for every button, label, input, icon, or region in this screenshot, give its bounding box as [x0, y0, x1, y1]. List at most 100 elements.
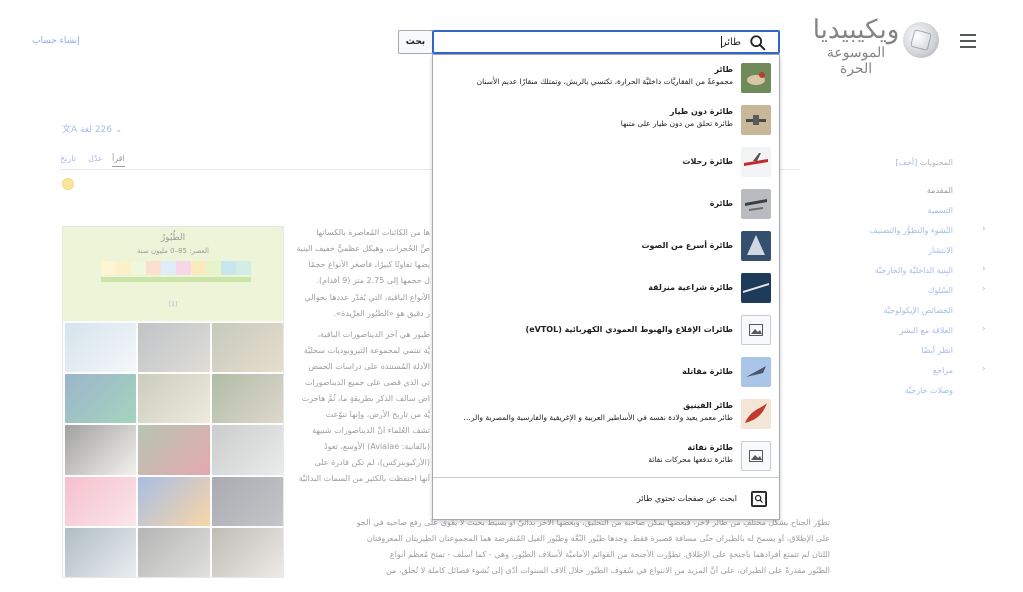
gallery-image[interactable] — [138, 476, 210, 526]
search-suggestion[interactable]: طائر مجموعةٌ من الفقاريَّات داخليَّة الحر… — [433, 57, 779, 103]
gallery-image[interactable] — [211, 323, 283, 373]
article-text-line: يَّة تنتمي لمجموعة الثيروبوديات سحليَّة — [303, 346, 430, 355]
search-suggestion[interactable]: طائرة نفاثة طائرة تدفعها محركات نفاثة — [433, 435, 779, 481]
chevron-left-icon[interactable]: ‹ — [982, 264, 986, 274]
gallery-image[interactable] — [211, 425, 283, 475]
language-button[interactable]: ⌄ 226 لغة 文A — [62, 122, 122, 135]
toc-item[interactable]: وصلات خارجيَّة — [905, 386, 953, 395]
gallery-image[interactable] — [138, 374, 210, 424]
phoenix-thumb — [741, 399, 771, 429]
toc-item[interactable]: التسمية — [927, 206, 953, 215]
featured-article-star-icon — [62, 178, 74, 190]
toc-item[interactable]: البِنية الداخليَّة والخارجيَّة — [875, 266, 953, 275]
search-button[interactable]: بحث — [398, 30, 433, 54]
article-text-line: يَّة من تاريخ الأرض، وإنها تنوّعت — [325, 410, 430, 419]
suggestion-title: طائرة نفاثة — [687, 443, 733, 452]
infobox-era: العصر: 85–0 مليون سنة — [137, 247, 209, 255]
image-placeholder-icon — [741, 441, 771, 471]
fulltext-search-option[interactable]: ابحث عن صفحات تحتوي طائر — [433, 478, 779, 520]
toc-heading: المحتويات [أخف] — [896, 158, 953, 167]
chevron-left-icon[interactable]: ‹ — [982, 284, 986, 294]
wordmark-title: ويكيبيديا — [812, 15, 900, 45]
gallery-image[interactable] — [211, 374, 283, 424]
gallery-image[interactable] — [65, 425, 137, 475]
suggestion-title: طائرة — [709, 199, 733, 208]
gallery-image[interactable] — [138, 323, 210, 373]
gallery-image[interactable] — [65, 476, 137, 526]
tab-history[interactable]: تاريخ — [60, 154, 76, 163]
gallery-image[interactable] — [211, 476, 283, 526]
create-account-link[interactable]: إنشاء حساب — [32, 36, 80, 46]
toc-item[interactable]: الخصائص الإيكولوجيَّة — [883, 306, 953, 315]
chevron-left-icon[interactable]: ‹ — [982, 364, 986, 374]
infobox-citation-link[interactable]: [1] — [63, 301, 283, 308]
fulltext-search-label: ابحث عن صفحات تحتوي طائر — [636, 494, 737, 503]
gallery-image[interactable] — [65, 527, 137, 577]
wikipedia-globe-logo[interactable] — [903, 22, 939, 58]
main-menu-icon[interactable] — [960, 34, 976, 48]
gallery-image[interactable] — [138, 527, 210, 577]
search-suggestion[interactable]: طائرة شراعية منزلقة — [433, 267, 779, 313]
search-suggestions: طائر مجموعةٌ من الفقاريَّات داخليَّة الحر… — [432, 54, 780, 520]
toc-item[interactable]: المقدمة — [927, 186, 953, 195]
image-placeholder-icon — [741, 315, 771, 345]
infobox-title: الطُيُورُ — [160, 233, 186, 243]
suggestion-title: طائرة أسرع من الصوت — [641, 241, 733, 250]
search-query: طائر — [721, 37, 741, 48]
article-text-line: الأدلَّة المُستندة على دراسات الحمض — [308, 362, 430, 371]
gallery-image[interactable] — [65, 374, 137, 424]
airliner-thumb — [741, 147, 771, 177]
toc-item[interactable]: مراجع — [933, 366, 953, 375]
geologic-timeline — [101, 261, 251, 275]
bird-gallery — [65, 323, 283, 577]
suggestion-description: طائرة تدفعها محركات نفاثة — [648, 455, 733, 464]
article-text-line: ر دقيق هو «الطُيُور الغرِّيدة». — [333, 309, 430, 318]
timeline-range-bar — [101, 277, 251, 282]
article-text-line: على الإطلاق، أو يسمح له بالطيران حتّى مس… — [366, 534, 830, 543]
article-text-line: (الأركيوبتركس)، لم تكن قادرة على — [314, 458, 430, 467]
chevron-left-icon[interactable]: ‹ — [982, 224, 986, 234]
suggestion-title: طائرة مقاتلة — [682, 367, 733, 376]
infobox: الطُيُورُ العصر: 85–0 مليون سنة [1] — [62, 226, 284, 578]
search-suggestion[interactable]: طائرات الإقلاع والهبوط العمودي الكهربائي… — [433, 309, 779, 355]
toc-item[interactable]: النُشوء والتطوُّر والتصنيف — [869, 226, 953, 235]
article-text-line: اللتان لم تتمتع أفرادهما بأجنحةٍ على الإ… — [389, 550, 830, 559]
suggestion-description: مجموعةٌ من الفقاريَّات داخليَّة الحرارة،… — [476, 77, 733, 86]
gallery-image[interactable] — [211, 527, 283, 577]
toc-item[interactable]: الانتشار — [928, 246, 953, 255]
search-suggestion[interactable]: طائر الفينيق طائر معمر يعيد ولادة نفسه في… — [433, 393, 779, 439]
infobox-header: الطُيُورُ العصر: 85–0 مليون سنة [1] — [63, 227, 283, 321]
suggestion-description: طائر معمر يعيد ولادة نفسه في الأساطير ال… — [463, 413, 733, 422]
article-text-line: ها من الكائنات المُعاصرة بالكساتها — [316, 228, 430, 237]
search-suggestion[interactable]: طائرة أسرع من الصوت — [433, 225, 779, 271]
tab-read[interactable]: اقرأ — [112, 154, 125, 167]
article-text-line: تي الذي قضى على جميع الديناصورات — [305, 378, 430, 387]
toc-item[interactable]: السُلوك — [928, 286, 953, 295]
supersonic-thumb — [741, 231, 771, 261]
suggestion-title: طائر الفينيق — [683, 401, 733, 410]
toc-item[interactable]: العلاقة مع البشر — [899, 326, 953, 335]
gallery-image[interactable] — [138, 425, 210, 475]
suggestion-title: طائرة دون طيار — [669, 107, 733, 116]
tab-edit[interactable]: عدّل — [88, 154, 103, 163]
bird-thumb — [741, 63, 771, 93]
search-suggestion[interactable]: طائرة مقاتلة — [433, 351, 779, 397]
article-text-line: طيور هي آخر الديناصورات الباقية، — [317, 330, 430, 339]
search-input[interactable]: طائر — [432, 30, 780, 54]
chevron-left-icon[interactable]: ‹ — [982, 324, 986, 334]
article-text-line: يضها تفاوتًا كبيرًا، فأصغر الأنواع حجمًا — [308, 260, 430, 269]
toc-hide-link[interactable]: [أخف] — [896, 158, 918, 167]
drone-thumb — [741, 105, 771, 135]
gallery-image[interactable] — [65, 323, 137, 373]
wikipedia-wordmark[interactable]: ويكيبيديا الموسوعة الحرة — [812, 16, 900, 77]
toc-item[interactable]: انظر أيضًا — [921, 346, 953, 355]
fighter-thumb — [741, 357, 771, 387]
search-suggestion[interactable]: طائرة رحلات — [433, 141, 779, 187]
search-suggestion[interactable]: طائرة دون طيار طائرة تحلق من دون طيار على… — [433, 99, 779, 145]
search-suggestion[interactable]: طائرة — [433, 183, 779, 229]
article-text-line: ل حجمها إلى 2.75 متر (9 أقدام). — [316, 276, 430, 285]
toc-title: المحتويات — [919, 158, 953, 167]
search-icon — [750, 35, 766, 51]
wordmark-tagline: الموسوعة الحرة — [826, 45, 886, 77]
aircraft-thumb — [741, 189, 771, 219]
